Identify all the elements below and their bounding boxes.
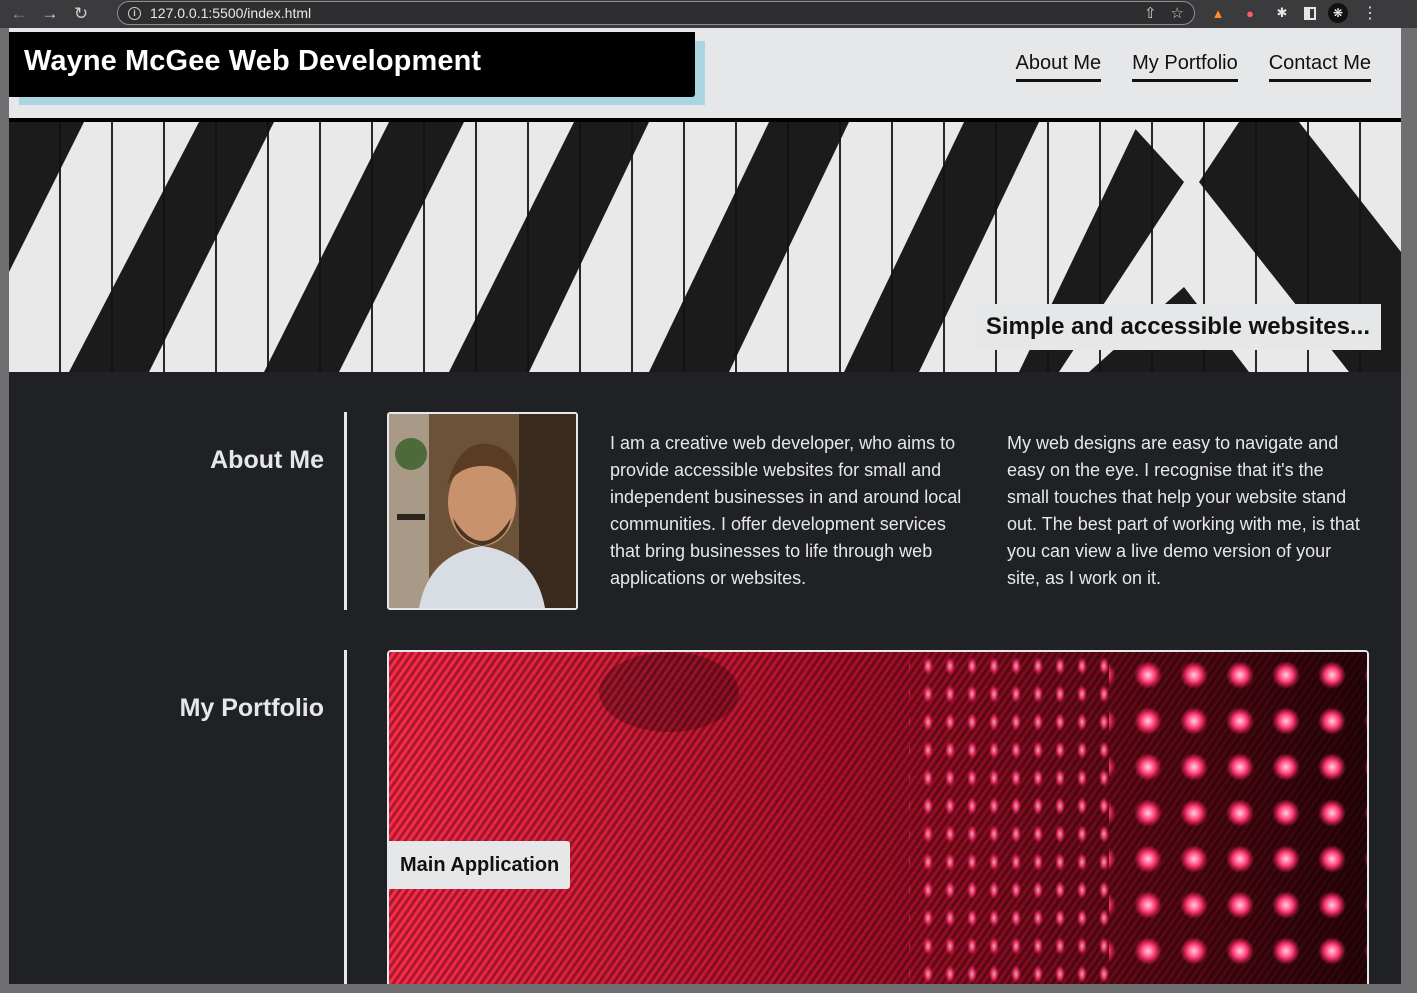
about-paragraph-2: My web designs are easy to navigate and …: [1007, 433, 1360, 588]
portfolio-divider: [344, 650, 347, 984]
share-icon[interactable]: ⇧: [1144, 4, 1157, 22]
site-header: Wayne McGee Web Development About Me My …: [9, 28, 1401, 122]
url-text[interactable]: 127.0.0.1:5500/index.html: [150, 5, 311, 21]
browser-toolbar: ← → ↻ i 127.0.0.1:5500/index.html ⇧ ☆ ▲ …: [0, 0, 1417, 28]
more-menu-icon[interactable]: ⋮: [1360, 3, 1380, 23]
web-page: Wayne McGee Web Development About Me My …: [9, 28, 1401, 984]
portfolio-heading: My Portfolio: [179, 694, 324, 722]
hero-banner: Simple and accessible websites...: [9, 122, 1401, 372]
screen-recorder-icon[interactable]: ●: [1240, 3, 1260, 23]
profile-avatar-icon[interactable]: ❋: [1328, 3, 1348, 23]
hero-tagline: Simple and accessible websites...: [974, 304, 1381, 350]
window-edge-left: [0, 28, 9, 993]
portfolio-main-card[interactable]: Main Application: [387, 650, 1369, 984]
side-panel-icon[interactable]: [1304, 6, 1316, 20]
about-heading: About Me: [210, 446, 324, 474]
about-divider: [344, 412, 347, 610]
reload-icon[interactable]: ↻: [69, 2, 93, 26]
portrait-image: [389, 414, 576, 608]
site-logo[interactable]: Wayne McGee Web Development: [9, 32, 695, 97]
main-application-label: Main Application: [389, 841, 571, 889]
forward-arrow-icon[interactable]: →: [38, 2, 62, 26]
extensions-puzzle-icon[interactable]: ✱: [1272, 3, 1292, 23]
red-led-image: [389, 652, 1367, 984]
site-title: Wayne McGee Web Development: [24, 45, 482, 77]
window-edge-right: [1401, 28, 1417, 993]
about-paragraph-1: I am a creative web developer, who aims …: [610, 433, 962, 588]
window-edge-bottom: [0, 984, 1417, 993]
profile-photo: [387, 412, 578, 610]
address-bar[interactable]: i 127.0.0.1:5500/index.html ⇧ ☆: [117, 1, 1195, 25]
nav-link-my-portfolio[interactable]: My Portfolio: [1132, 51, 1238, 82]
nav-link-contact-me[interactable]: Contact Me: [1268, 51, 1371, 82]
metamask-fox-icon[interactable]: ▲: [1208, 3, 1228, 23]
nav-link-about-me[interactable]: About Me: [1015, 51, 1102, 82]
info-icon[interactable]: i: [128, 6, 141, 20]
main-nav: About Me My Portfolio Contact Me: [1015, 51, 1371, 82]
bookmark-star-icon[interactable]: ☆: [1171, 4, 1184, 22]
back-arrow-icon[interactable]: ←: [7, 2, 31, 26]
